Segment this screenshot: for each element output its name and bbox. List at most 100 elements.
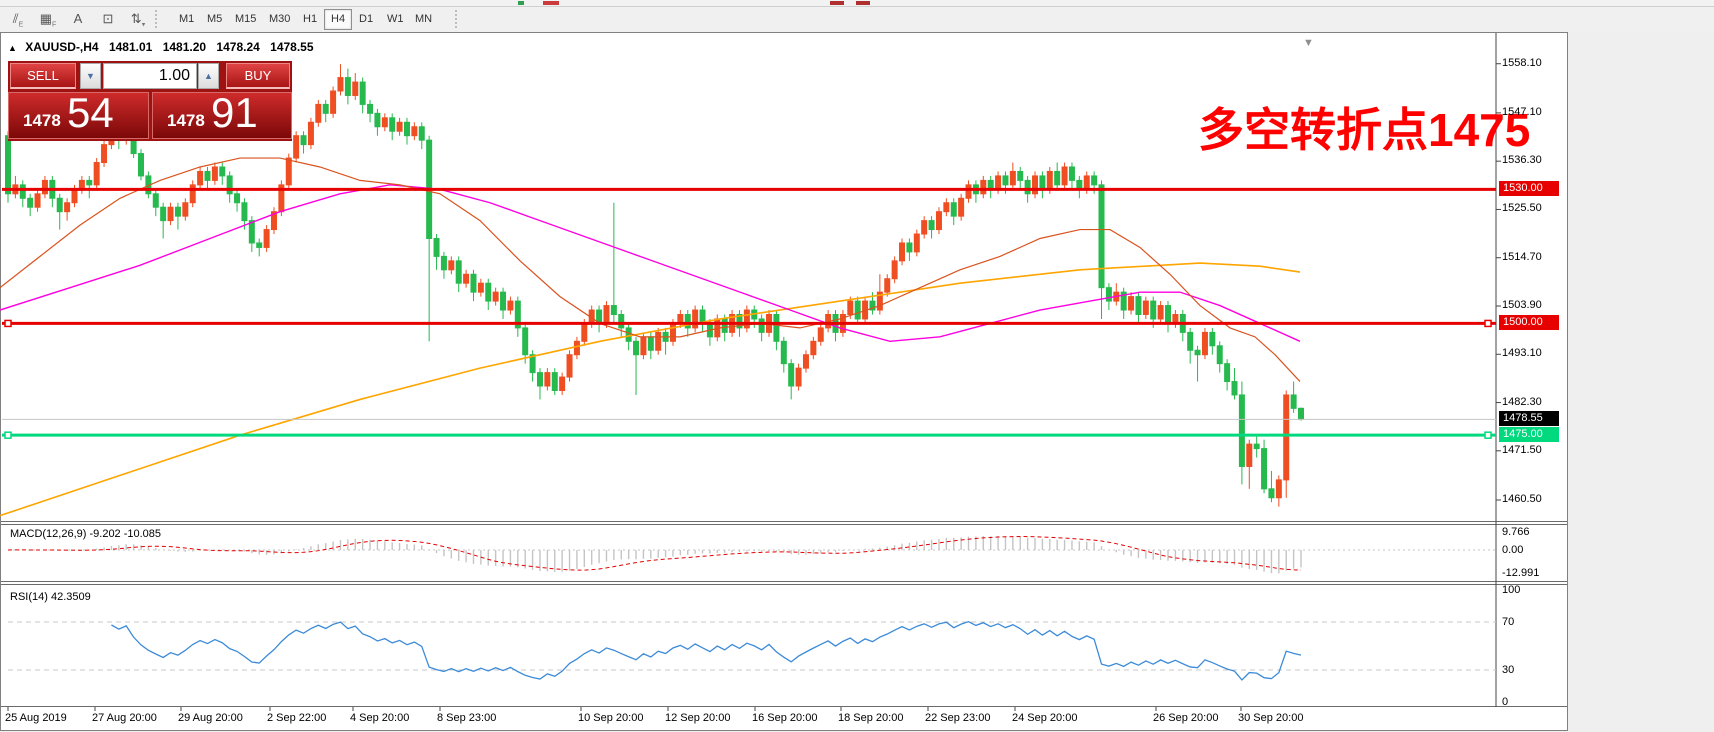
candle-body: [634, 341, 639, 354]
candle-body: [449, 261, 454, 270]
candle-body: [227, 176, 232, 194]
candle-body: [1062, 167, 1067, 185]
time-axis-label: 10 Sep 20:00: [578, 712, 643, 724]
candle-body: [1188, 332, 1193, 350]
chart-shift-marker-icon[interactable]: ▼: [1303, 37, 1314, 49]
candle-body: [456, 261, 461, 283]
candle-body: [1269, 489, 1274, 498]
price-axis-label: 1503.90: [1502, 299, 1542, 311]
price-axis-label: 1536.30: [1502, 154, 1542, 166]
candle-body: [390, 118, 395, 131]
collapse-panel-icon[interactable]: ▲: [8, 43, 17, 53]
candle-body: [656, 332, 661, 350]
candle-body: [1291, 395, 1296, 408]
candle-body: [205, 171, 210, 180]
candle-body: [574, 341, 579, 354]
candle-body: [892, 261, 897, 279]
price-axis-label: 1558.10: [1502, 57, 1542, 69]
sell-button[interactable]: SELL: [10, 63, 76, 89]
candle-body: [959, 198, 964, 216]
candle-body: [1262, 449, 1267, 489]
candle-body: [397, 122, 402, 131]
volume-decrease-button[interactable]: ▼: [80, 63, 101, 89]
candle-body: [818, 328, 823, 341]
one-click-trade-panel: SELL ▼ ▲ BUY 1478 54 1478 91: [8, 61, 292, 141]
buy-button[interactable]: BUY: [226, 63, 290, 89]
candle-body: [168, 207, 173, 220]
candle-body: [441, 256, 446, 269]
candle-body: [323, 104, 328, 113]
candle-body: [102, 145, 107, 163]
candle-body: [242, 203, 247, 221]
macd-axis-label: 9.766: [1502, 526, 1530, 538]
support-line-1500-handle[interactable]: [1485, 320, 1491, 326]
candle-body: [582, 323, 587, 341]
candle-body: [1276, 480, 1281, 498]
candle-body: [264, 230, 269, 248]
buy-price-big-figure: 1478: [167, 111, 205, 131]
turning-point-line-1475-handle[interactable]: [5, 432, 11, 438]
candle-body: [1217, 346, 1222, 364]
candle-body: [944, 203, 949, 212]
candle-body: [382, 118, 387, 127]
price-axis-label: 1460.50: [1502, 493, 1542, 505]
candle-body: [1084, 176, 1089, 189]
candle-body: [375, 113, 380, 126]
time-axis-label: 26 Sep 20:00: [1153, 712, 1218, 724]
macd-values: -9.202 -10.085: [89, 528, 161, 540]
candle-body: [138, 154, 143, 176]
candle-body: [338, 78, 343, 91]
rsi-axis-label: 100: [1502, 584, 1520, 596]
candle-body: [486, 283, 491, 301]
price-badge: 1478.55: [1499, 411, 1559, 426]
sell-price-pips: 54: [67, 89, 114, 137]
candle-body: [478, 283, 483, 292]
candle-body: [190, 185, 195, 203]
volume-input[interactable]: [103, 63, 197, 89]
ohlc-high: 1481.20: [163, 40, 206, 54]
candle-body: [722, 319, 727, 332]
candle-body: [419, 127, 424, 140]
candle-body: [501, 292, 506, 310]
candle-body: [1025, 180, 1030, 193]
candle-body: [183, 203, 188, 216]
candle-body: [301, 136, 306, 145]
price-axis-label: 1525.50: [1502, 202, 1542, 214]
rsi-axis-label: 0: [1502, 696, 1508, 708]
candle-body: [6, 136, 11, 194]
candle-body: [316, 104, 321, 122]
candle-body: [641, 337, 646, 355]
candle-body: [1158, 306, 1163, 319]
sell-quote[interactable]: 1478 54: [8, 92, 149, 139]
candle-body: [434, 239, 439, 257]
price-axis-label: 1514.70: [1502, 251, 1542, 263]
time-axis-label: 18 Sep 20:00: [838, 712, 903, 724]
candle-body: [1202, 332, 1207, 354]
candle-body: [545, 373, 550, 386]
candle-body: [65, 203, 70, 212]
candle-body: [1003, 176, 1008, 185]
candle-body: [981, 180, 986, 193]
time-axis-label: 24 Sep 20:00: [1012, 712, 1077, 724]
price-axis-label: 1493.10: [1502, 347, 1542, 359]
candle-body: [560, 377, 565, 390]
time-axis-label: 29 Aug 20:00: [178, 712, 243, 724]
time-axis-label: 30 Sep 20:00: [1238, 712, 1303, 724]
candle-body: [368, 104, 373, 113]
time-axis-label: 12 Sep 20:00: [665, 712, 730, 724]
candle-body: [1136, 297, 1141, 315]
candle-body: [1010, 171, 1015, 184]
turning-point-line-1475-handle[interactable]: [1485, 432, 1491, 438]
support-line-1500-handle[interactable]: [5, 320, 11, 326]
candle-body: [648, 337, 653, 350]
volume-increase-button[interactable]: ▲: [198, 63, 219, 89]
buy-price-pips: 91: [211, 89, 258, 137]
symbol-title: XAUUSD-,H4: [25, 40, 98, 54]
candle-body: [552, 373, 557, 391]
candle-body: [471, 274, 476, 292]
candle-body: [626, 328, 631, 341]
candle-body: [759, 319, 764, 332]
candle-body: [235, 194, 240, 203]
rsi-axis-label: 30: [1502, 664, 1514, 676]
buy-quote[interactable]: 1478 91: [152, 92, 292, 139]
